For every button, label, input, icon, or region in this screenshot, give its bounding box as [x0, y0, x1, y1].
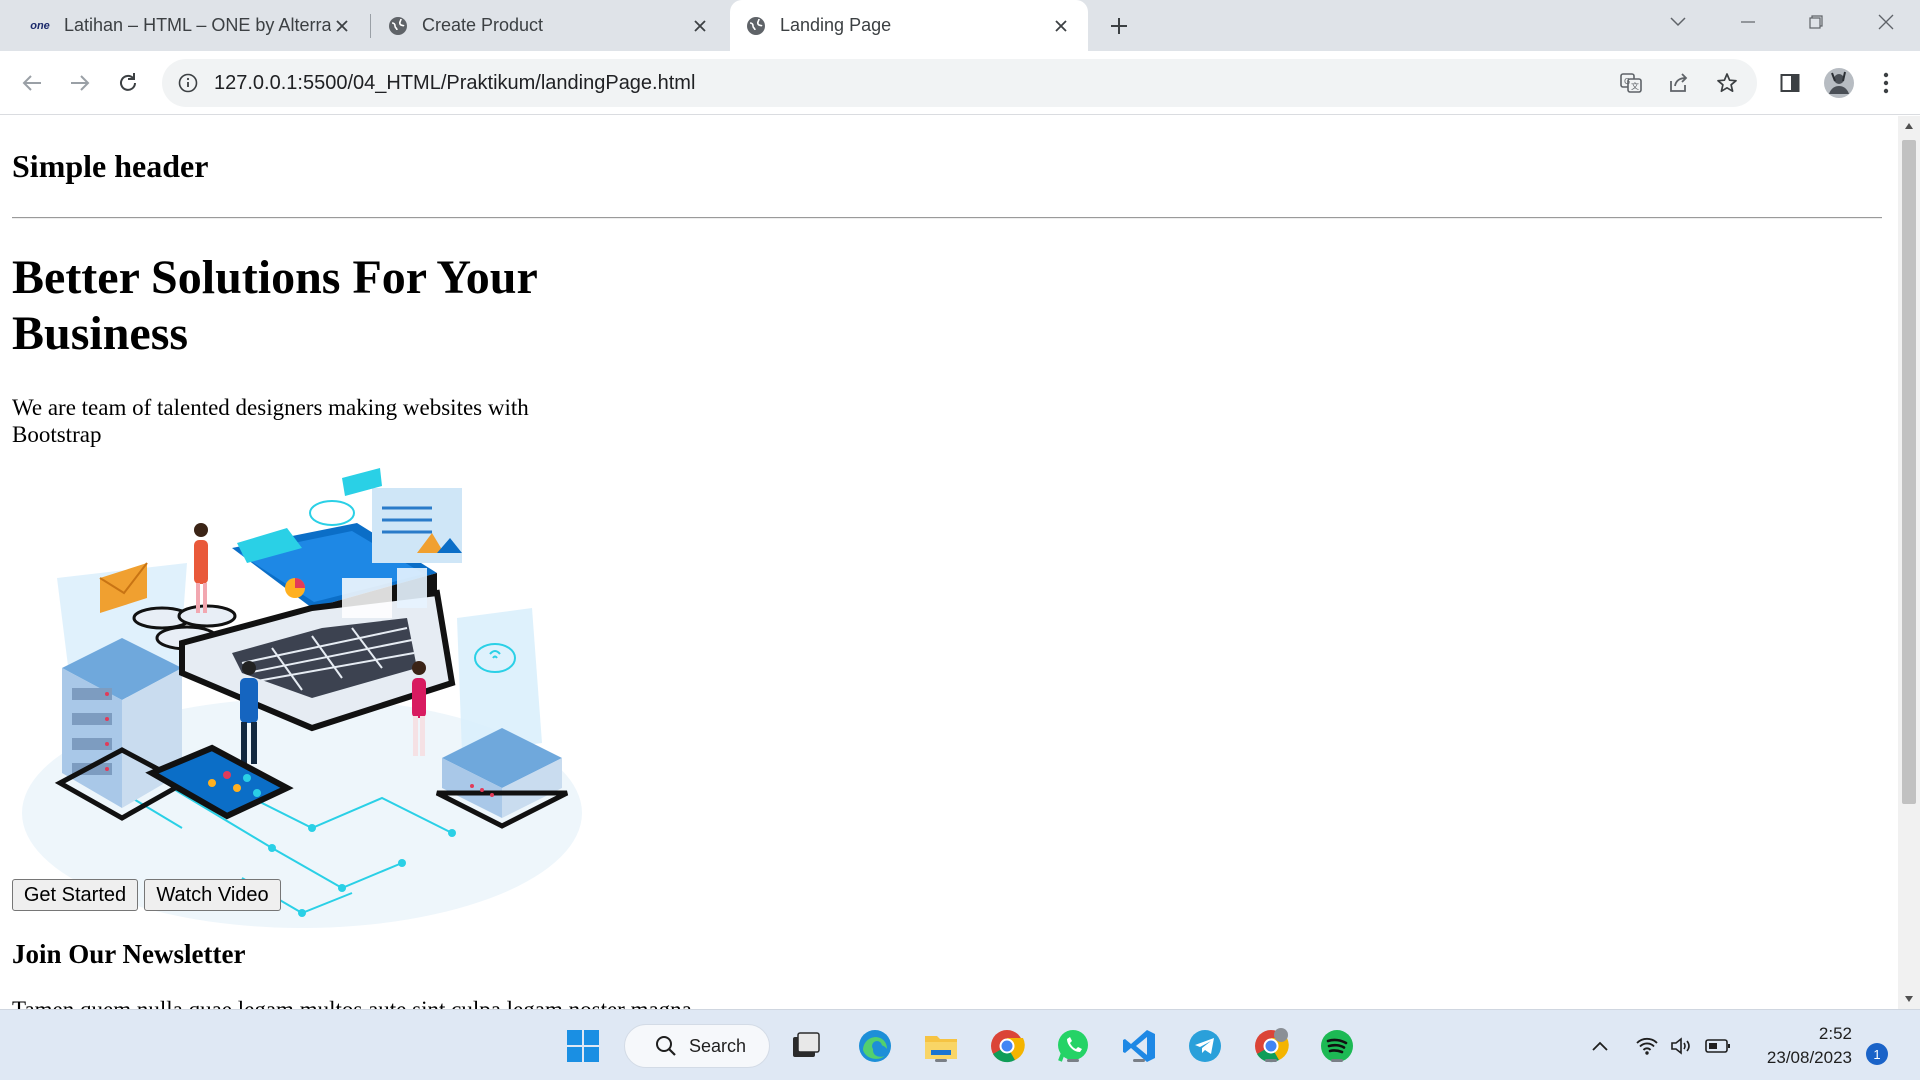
get-started-button[interactable]: Get Started: [12, 879, 138, 911]
notification-badge[interactable]: 1: [1866, 1043, 1888, 1065]
edge-icon[interactable]: [855, 1026, 895, 1066]
tab-create-product[interactable]: Create Product: [372, 0, 727, 51]
running-indicator: [1331, 1059, 1343, 1062]
telegram-icon[interactable]: [1185, 1026, 1225, 1066]
page-viewport: Simple header Better Solutions For Your …: [0, 116, 1898, 1009]
translate-icon[interactable]: G文: [1617, 69, 1645, 97]
show-hidden-icons-chevron-icon[interactable]: [1585, 1030, 1615, 1062]
tab-title: Latihan – HTML – ONE by Alterra: [64, 15, 331, 35]
close-tab-icon[interactable]: [1050, 15, 1072, 37]
running-indicator: [1265, 1059, 1277, 1062]
svg-text:G: G: [1624, 77, 1630, 86]
whatsapp-icon[interactable]: [1053, 1026, 1093, 1066]
scroll-down-icon[interactable]: [1898, 989, 1920, 1009]
header-divider: [12, 217, 1882, 219]
search-icon: [656, 1036, 676, 1056]
spotify-icon[interactable]: [1317, 1026, 1357, 1066]
close-tab-icon[interactable]: [689, 15, 711, 37]
share-icon[interactable]: [1665, 69, 1693, 97]
browser-toolbar: 127.0.0.1:5500/04_HTML/Praktikum/landing…: [0, 51, 1920, 115]
newsletter-text: Tamen quem nulla quae legam multos aute …: [12, 997, 692, 1009]
search-label: Search: [689, 1035, 747, 1056]
bookmark-star-icon[interactable]: [1713, 69, 1741, 97]
back-button[interactable]: [12, 63, 52, 103]
task-view-icon[interactable]: [786, 1026, 826, 1066]
start-icon[interactable]: [563, 1026, 603, 1066]
reload-button[interactable]: [108, 63, 148, 103]
url-text[interactable]: 127.0.0.1:5500/04_HTML/Praktikum/landing…: [214, 72, 695, 95]
tab-separator: [370, 14, 371, 38]
hero-description: We are team of talented designers making…: [12, 395, 529, 447]
vertical-scrollbar[interactable]: [1898, 116, 1920, 1009]
site-info-icon[interactable]: [176, 71, 200, 95]
newsletter-title: Join Our Newsletter: [12, 939, 246, 969]
hero-illustration: [12, 468, 582, 948]
scrollbar-thumb[interactable]: [1902, 140, 1916, 804]
watch-video-button[interactable]: Watch Video: [144, 879, 281, 911]
tab-latihan-html[interactable]: one Latihan – HTML – ONE by Alterra: [14, 0, 369, 51]
minimize-button[interactable]: [1720, 0, 1776, 44]
restore-button[interactable]: [1788, 0, 1844, 44]
tab-landing-page[interactable]: Landing Page: [730, 0, 1088, 51]
file-explorer-icon[interactable]: [921, 1026, 961, 1066]
running-indicator: [1067, 1059, 1079, 1062]
alterra-logo-icon: one: [30, 19, 50, 32]
svg-text:文: 文: [1631, 81, 1639, 91]
forward-button[interactable]: [60, 63, 100, 103]
site-header: Simple header: [12, 148, 209, 184]
close-tab-icon[interactable]: [331, 15, 353, 37]
tab-title: Landing Page: [780, 15, 892, 35]
taskbar-search[interactable]: Search: [624, 1024, 770, 1068]
scroll-up-icon[interactable]: [1898, 116, 1920, 136]
chrome-menu-icon[interactable]: [1866, 63, 1906, 103]
new-tab-button[interactable]: [1104, 12, 1134, 40]
battery-icon[interactable]: [1700, 1030, 1736, 1062]
volume-icon[interactable]: [1664, 1030, 1698, 1062]
clock-time: 2:52: [1818, 1024, 1852, 1043]
globe-icon: [388, 16, 408, 36]
close-window-button[interactable]: [1858, 0, 1914, 44]
windows-taskbar: Search 2:52 23/08/2023 1: [0, 1009, 1920, 1080]
wifi-icon[interactable]: [1630, 1030, 1664, 1062]
tab-title: Create Product: [422, 15, 544, 35]
running-indicator: [935, 1059, 947, 1062]
clock-date: 23/08/2023: [1766, 1048, 1852, 1067]
tab-search-chevron-icon[interactable]: [1650, 0, 1706, 44]
chrome-profile-icon[interactable]: [1251, 1026, 1291, 1066]
profile-avatar[interactable]: [1819, 63, 1859, 103]
address-bar[interactable]: 127.0.0.1:5500/04_HTML/Praktikum/landing…: [162, 59, 1757, 107]
browser-tab-strip: one Latihan – HTML – ONE by Alterra Crea…: [0, 0, 1920, 51]
vscode-icon[interactable]: [1119, 1026, 1159, 1066]
chrome-icon[interactable]: [987, 1026, 1027, 1066]
running-indicator: [1133, 1059, 1145, 1062]
globe-icon: [746, 16, 766, 36]
system-clock[interactable]: 2:52 23/08/2023: [1752, 1022, 1852, 1070]
hero-title: Better Solutions For Your Business: [12, 251, 537, 360]
side-panel-icon[interactable]: [1770, 63, 1810, 103]
